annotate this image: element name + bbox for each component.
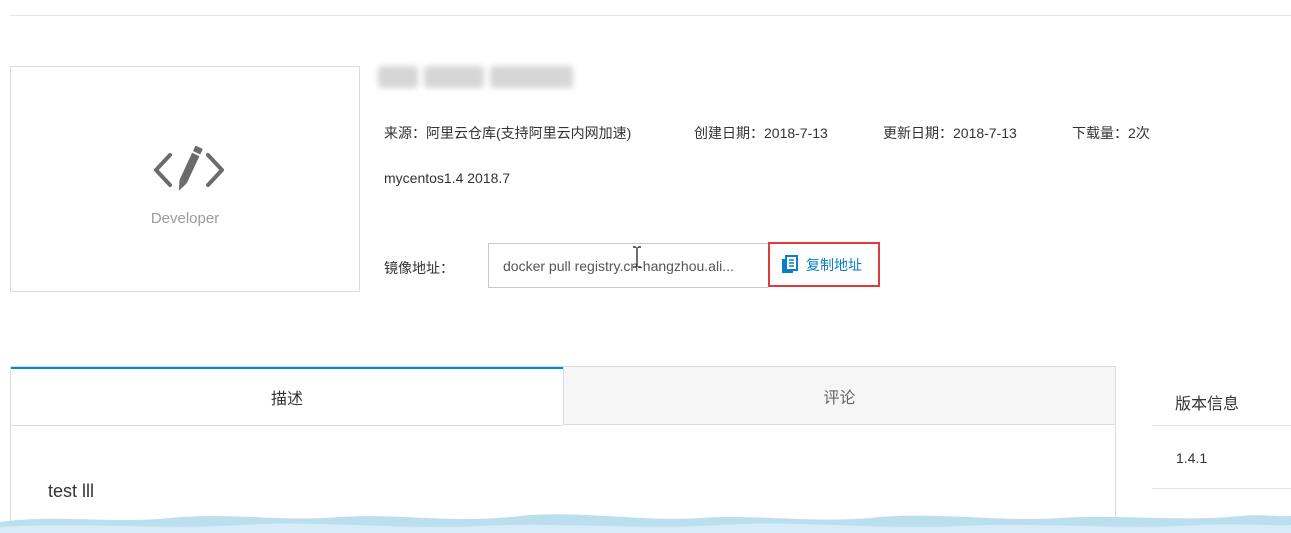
meta-download-count: 下载量：2次: [1072, 125, 1150, 141]
tab-description-label: 描述: [270, 391, 303, 408]
meta-updated-date: 更新日期：2018-7-13: [883, 125, 1017, 141]
version-item[interactable]: 1.4.1: [1176, 450, 1207, 466]
decorative-wave: [0, 514, 1291, 533]
tab-comments-label: 评论: [823, 389, 856, 407]
repo-logo: Developer: [10, 66, 360, 292]
copy-address-button[interactable]: 复制地址: [768, 242, 880, 287]
version-divider: [1152, 488, 1291, 489]
tab-description[interactable]: 描述: [11, 367, 563, 425]
logo-label: Developer: [150, 210, 220, 227]
version-divider: [1152, 425, 1291, 426]
repo-title-redacted: [378, 66, 573, 88]
image-address-label: 镜像地址：: [384, 260, 454, 276]
meta-created-date: 创建日期：2018-7-13: [694, 125, 828, 141]
text-cursor-icon: [633, 246, 641, 268]
repo-summary: mycentos1.4 2018.7: [384, 170, 511, 186]
tab-comments[interactable]: 评论: [563, 367, 1115, 425]
copy-icon: [782, 254, 798, 273]
top-divider: [10, 15, 1291, 16]
meta-source: 来源：阿里云仓库(支持阿里云内网加速): [384, 125, 632, 141]
tab-divider: [11, 425, 563, 426]
image-address-input[interactable]: [488, 243, 768, 288]
code-pencil-icon: [154, 145, 224, 191]
copy-address-label: 复制地址: [806, 256, 862, 273]
description-content: test lll: [48, 481, 95, 501]
version-info-title: 版本信息: [1175, 396, 1240, 413]
